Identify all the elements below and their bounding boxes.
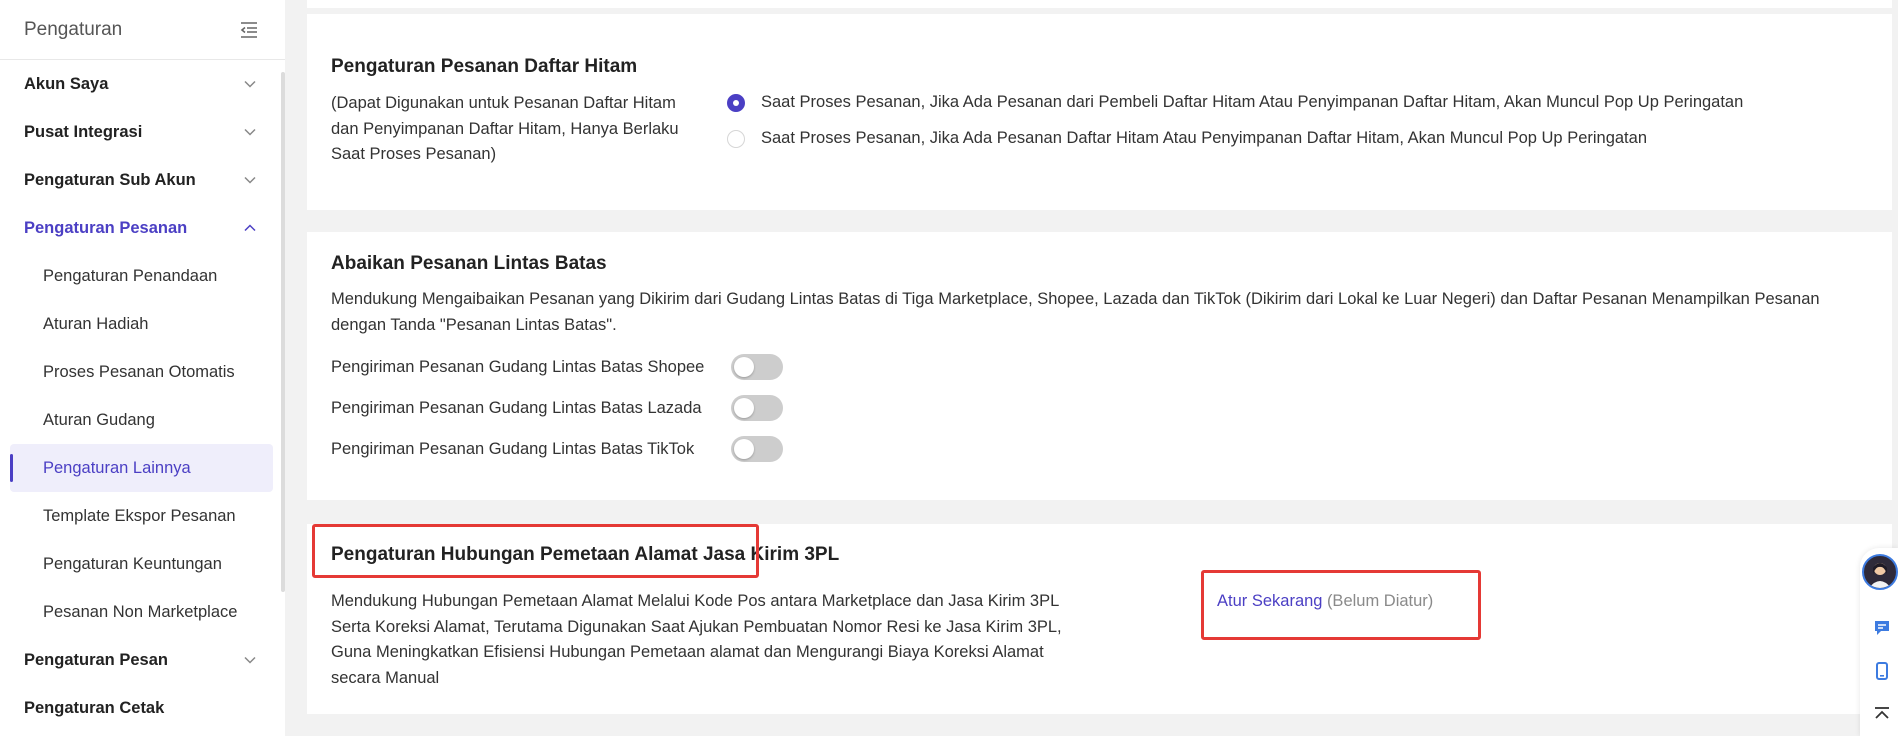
sidebar-item-pengaturan-lainnya[interactable]: Pengaturan Lainnya (10, 444, 273, 492)
option-label: Saat Proses Pesanan, Jika Ada Pesanan da… (761, 93, 1744, 111)
sidebar-title: Pengaturan (24, 18, 123, 40)
radio-unselected-icon[interactable] (727, 129, 745, 148)
toggle-label: Pengiriman Pesanan Gudang Lintas Batas S… (331, 357, 705, 376)
section-description: (Dapat Digunakan untuk Pesanan Daftar Hi… (331, 94, 679, 163)
option-label: Saat Proses Pesanan, Jika Ada Pesanan Da… (761, 129, 1647, 147)
sidebar-group-pengaturan-cetak[interactable]: Pengaturan Cetak (0, 684, 285, 732)
sidebar-item-label: Aturan Gudang (43, 410, 155, 429)
sidebar-header: Pengaturan (0, 0, 285, 60)
crossborder-section: Abaikan Pesanan Lintas Batas Mendukung M… (307, 232, 1892, 500)
sidebar-item-label: Pengaturan Lainnya (43, 458, 191, 477)
blacklist-option-2[interactable]: Saat Proses Pesanan, Jika Ada Pesanan Da… (727, 129, 1647, 148)
sidebar-group-sub-akun[interactable]: Pengaturan Sub Akun (0, 156, 285, 204)
sidebar-group-pengaturan-pesanan[interactable]: Pengaturan Pesanan (0, 204, 285, 252)
sidebar-item-proses-pesanan-otomatis[interactable]: Proses Pesanan Otomatis (0, 348, 285, 396)
sidebar-group-pengaturan-pesan[interactable]: Pengaturan Pesan (0, 636, 285, 684)
sidebar-group-label: Pengaturan Pesan (24, 650, 168, 669)
toggle-switch-tiktok[interactable] (731, 436, 783, 462)
back-to-top-icon[interactable] (1872, 705, 1892, 725)
action-highlight-box (1201, 570, 1481, 640)
sidebar-item-label: Pesanan Non Marketplace (43, 602, 238, 621)
section-title: Pengaturan Pesanan Daftar Hitam (331, 56, 638, 77)
sidebar-group-label: Pengaturan Pesanan (24, 218, 188, 237)
settings-sidebar: Pengaturan Akun Saya Pusat Integrasi Pen… (0, 0, 285, 736)
sidebar-item-pengaturan-keuntungan[interactable]: Pengaturan Keuntungan (0, 540, 285, 588)
mobile-app-icon[interactable] (1872, 661, 1892, 681)
section-title: Abaikan Pesanan Lintas Batas (331, 253, 607, 274)
toggle-switch-lazada[interactable] (731, 395, 783, 421)
sidebar-item-label: Aturan Hadiah (43, 314, 149, 333)
chevron-down-icon (244, 176, 256, 184)
sidebar-group-label: Akun Saya (24, 74, 109, 93)
sidebar-menu: Akun Saya Pusat Integrasi Pengaturan Sub… (0, 60, 285, 732)
chevron-down-icon (244, 128, 256, 136)
section-description: Mendukung Hubungan Pemetaan Alamat Melal… (331, 592, 1062, 687)
toggle-label: Pengiriman Pesanan Gudang Lintas Batas L… (331, 398, 702, 417)
toggle-switch-shopee[interactable] (731, 354, 783, 380)
sidebar-item-label: Proses Pesanan Otomatis (43, 362, 235, 381)
sidebar-item-pesanan-non-marketplace[interactable]: Pesanan Non Marketplace (0, 588, 285, 636)
sidebar-group-pusat-integrasi[interactable]: Pusat Integrasi (0, 108, 285, 156)
chat-icon[interactable] (1872, 618, 1892, 638)
support-avatar[interactable] (1862, 554, 1898, 590)
sidebar-group-label: Pusat Integrasi (24, 122, 143, 141)
previous-section-edge (307, 0, 1892, 8)
sidebar-item-aturan-gudang[interactable]: Aturan Gudang (0, 396, 285, 444)
section-description: Mendukung Mengaibaikan Pesanan yang Diki… (331, 290, 1820, 334)
sidebar-item-pengaturan-penandaan[interactable]: Pengaturan Penandaan (0, 252, 285, 300)
sidebar-item-template-ekspor-pesanan[interactable]: Template Ekspor Pesanan (0, 492, 285, 540)
toggle-row-lazada: Pengiriman Pesanan Gudang Lintas Batas L… (331, 395, 783, 421)
chevron-down-icon (244, 80, 256, 88)
sidebar-item-label: Pengaturan Penandaan (43, 266, 218, 285)
blacklist-section: Pengaturan Pesanan Daftar Hitam (Dapat D… (307, 14, 1892, 210)
sidebar-item-aturan-hadiah[interactable]: Aturan Hadiah (0, 300, 285, 348)
avatar-icon (1869, 563, 1891, 588)
title-highlight-box (312, 524, 759, 578)
toggle-label: Pengiriman Pesanan Gudang Lintas Batas T… (331, 439, 695, 458)
sidebar-item-label: Template Ekspor Pesanan (43, 506, 236, 525)
toggle-row-tiktok: Pengiriman Pesanan Gudang Lintas Batas T… (331, 436, 783, 462)
chevron-up-icon (244, 224, 256, 232)
sidebar-group-akun-saya[interactable]: Akun Saya (0, 60, 285, 108)
mapping-section: Pengaturan Hubungan Pemetaan Alamat Jasa… (307, 524, 1892, 714)
blacklist-option-1[interactable]: Saat Proses Pesanan, Jika Ada Pesanan da… (727, 93, 1743, 112)
sidebar-item-label: Pengaturan Keuntungan (43, 554, 222, 573)
collapse-menu-icon[interactable] (239, 20, 259, 40)
sidebar-group-label: Pengaturan Sub Akun (24, 170, 196, 189)
sidebar-group-label: Pengaturan Cetak (24, 698, 165, 717)
chevron-down-icon (244, 656, 256, 664)
radio-selected-icon[interactable] (727, 93, 745, 112)
toggle-row-shopee: Pengiriman Pesanan Gudang Lintas Batas S… (331, 354, 783, 380)
